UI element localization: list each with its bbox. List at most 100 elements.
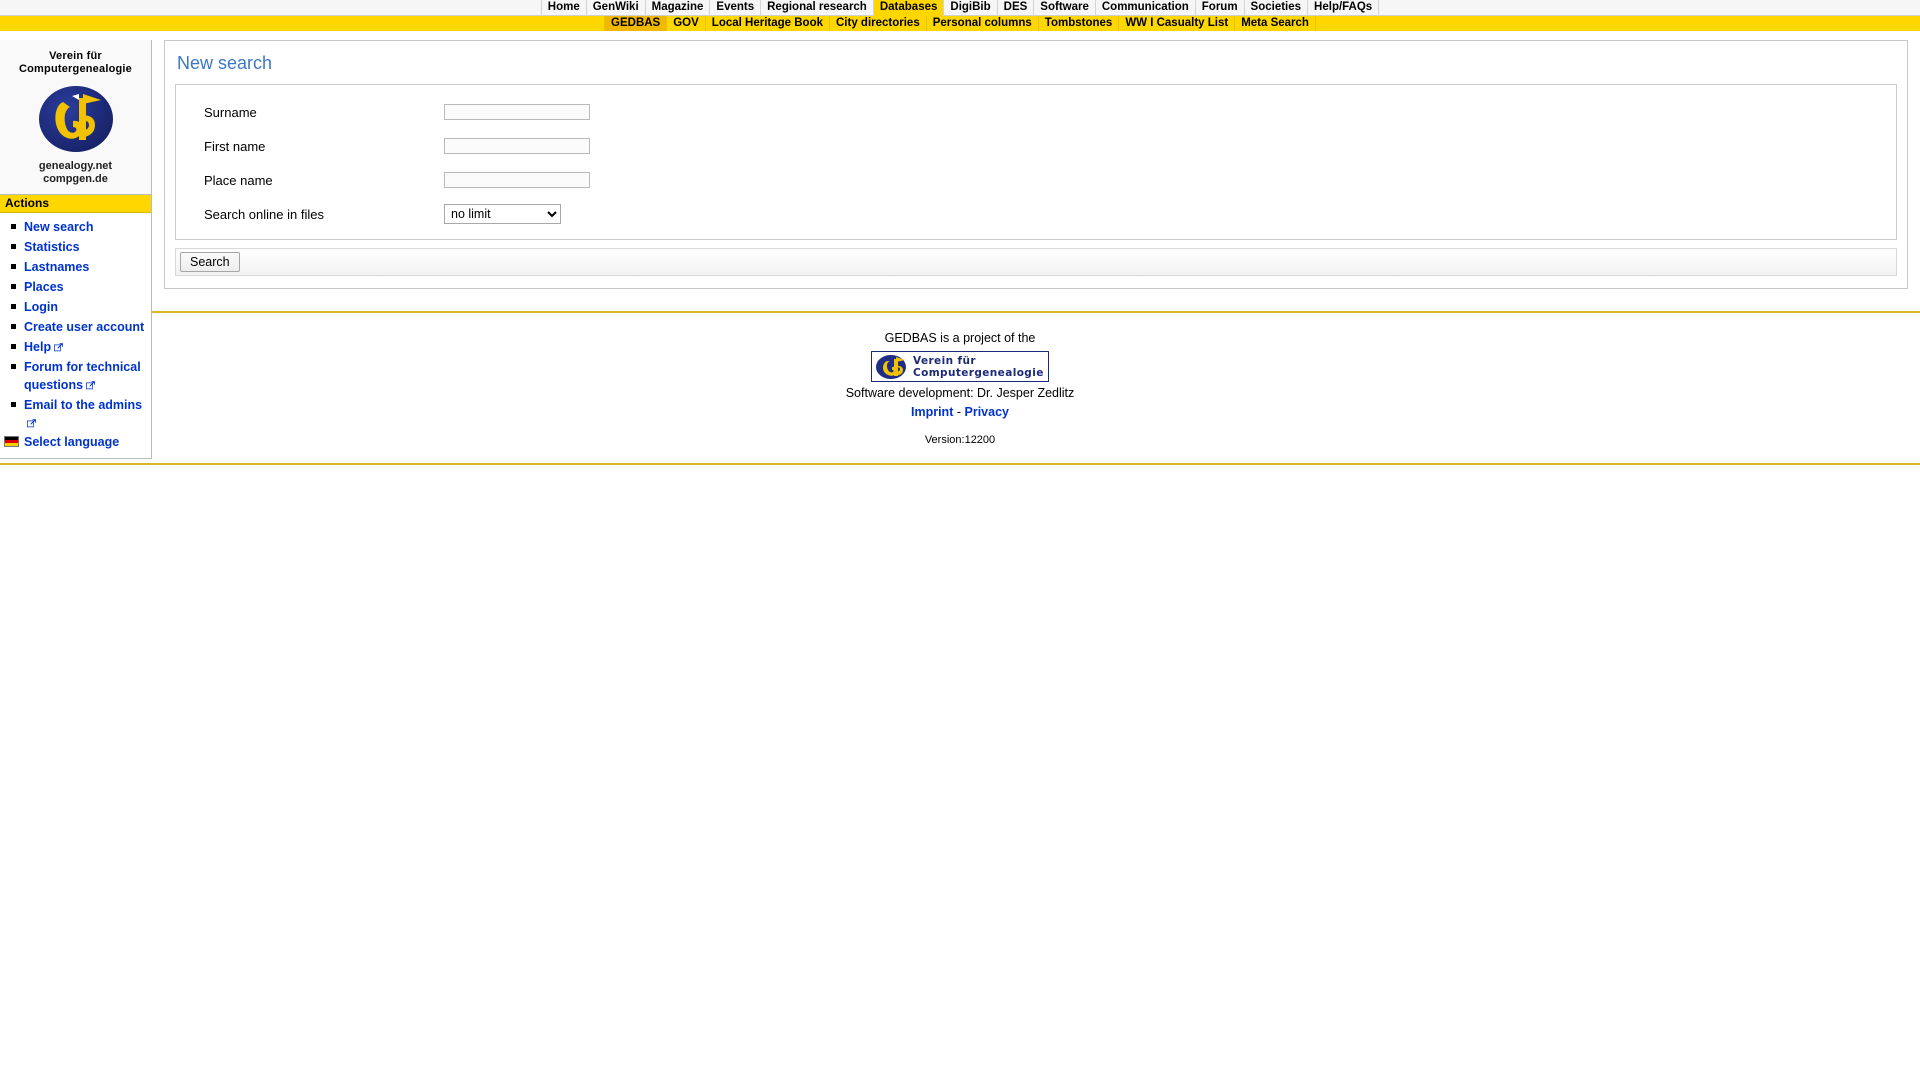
topnav-item-software[interactable]: Software (1033, 0, 1095, 16)
bullet-icon (11, 264, 16, 269)
actions-header: Actions (0, 194, 151, 213)
sidebar-item-lastnames[interactable]: Lastnames (0, 257, 151, 277)
primary-navigation-bar: Home GenWiki Magazine Events Regional resear… (0, 0, 1920, 16)
bullet-icon (11, 284, 16, 289)
privacy-link[interactable]: Privacy (965, 405, 1009, 419)
sidebar-item-login[interactable]: Login (0, 297, 151, 317)
topnav-item-events[interactable]: Events (709, 0, 760, 16)
actions-list: New search Statistics Lastnames Places Login… (0, 213, 151, 458)
subnav-item-local-heritage-book[interactable]: Local Heritage Book (704, 16, 829, 31)
sidebar-item-places[interactable]: Places (0, 277, 151, 297)
surname-input[interactable] (444, 104, 590, 120)
external-link-icon (27, 419, 36, 428)
subnav-item-tombstones[interactable]: Tombstones (1037, 16, 1119, 31)
subnav-item-meta-search[interactable]: Meta Search (1234, 16, 1316, 31)
bullet-icon (11, 324, 16, 329)
sidebar-link-label[interactable]: Places (24, 280, 64, 294)
logo-subtitle-line2: compgen.de (43, 173, 108, 185)
sidebar-link-label[interactable]: New search (24, 220, 93, 234)
sidebar-link-label[interactable]: Email to the admins (24, 398, 142, 412)
sidebar-item-help[interactable]: Help (0, 337, 151, 357)
topnav-item-digibib[interactable]: DigiBib (943, 0, 996, 16)
topnav-item-regional-research[interactable]: Regional research (760, 0, 873, 16)
form-row-search-online: Search online in files no limit (182, 197, 1890, 231)
subnav-item-personal-columns[interactable]: Personal columns (925, 16, 1038, 31)
label-first-name: First name (204, 138, 266, 154)
sidebar-item-email-to-the-admins[interactable]: Email to the admins (0, 395, 151, 432)
subnav-item-city-directories[interactable]: City directories (829, 16, 926, 31)
bullet-icon (11, 402, 16, 407)
footer-bottom-divider (0, 463, 1920, 465)
footer-link-separator: - (956, 405, 962, 419)
topnav-item-societies[interactable]: Societies (1243, 0, 1308, 16)
search-form: Surname First name Place name Search onlin… (175, 84, 1897, 240)
bullet-icon (11, 304, 16, 309)
subnav-item-gov[interactable]: GOV (666, 16, 705, 31)
german-flag-icon (4, 436, 19, 447)
form-row-place-name: Place name (182, 163, 1890, 197)
sidebar-item-forum-for-technical-questions[interactable]: Forum for technical questions (0, 357, 151, 395)
page-body: Verein für Computergenealogie genealogy.… (0, 31, 1920, 465)
sidebar-link-label[interactable]: Forum for technical questions (24, 360, 141, 392)
footer-links: Imprint - Privacy (0, 405, 1920, 419)
secondary-navigation-bar: GEDBAS GOV Local Heritage Book City directo… (0, 16, 1920, 31)
sidebar-item-select-language[interactable]: Select language (0, 432, 151, 452)
logo-subtitle-line1: genealogy.net (38, 160, 113, 172)
submit-row: Search (175, 248, 1897, 276)
footer-version: Version:12200 (924, 434, 996, 446)
page-title: New search (177, 53, 273, 73)
bullet-icon (11, 364, 16, 369)
first-name-input[interactable] (444, 138, 590, 154)
main-content: New search Surname First name Place name S… (164, 40, 1908, 289)
logo-monogram-icon (54, 94, 101, 140)
bullet-icon (11, 224, 16, 229)
compgen-banner-logo-icon (875, 354, 909, 380)
subnav-item-gedbas[interactable]: GEDBAS (604, 16, 667, 31)
banner-text-line2: Computergenealogie (913, 366, 1044, 379)
search-form-fields: Surname First name Place name (182, 95, 1890, 197)
label-place-name: Place name (204, 172, 273, 188)
label-surname: Surname (204, 104, 257, 120)
sidebar-link-label[interactable]: Create user account (24, 320, 144, 334)
footer-project-line: GEDBAS is a project of the (884, 331, 1036, 345)
form-row-first-name: First name (182, 129, 1890, 163)
sidebar-item-statistics[interactable]: Statistics (0, 237, 151, 257)
topnav-item-communication[interactable]: Communication (1094, 0, 1195, 16)
search-submit-button[interactable]: Search (180, 252, 240, 272)
sidebar-link-label[interactable]: Lastnames (24, 260, 89, 274)
subnav-item-ww-i-casualty-list[interactable]: WW I Casualty List (1118, 16, 1234, 31)
compgen-banner-glyph (876, 354, 906, 379)
external-link-icon (54, 343, 64, 352)
sidebar-logo[interactable]: Verein für Computergenealogie genealogy.… (0, 40, 151, 194)
sidebar-link-label[interactable]: Help (24, 340, 51, 354)
form-row-surname: Surname (182, 95, 1890, 129)
banner-text: Verein für Computergenealogie (913, 355, 1044, 379)
topnav-item-forum[interactable]: Forum (1194, 0, 1244, 16)
topnav-item-magazine[interactable]: Magazine (644, 0, 710, 16)
sidebar-item-new-search[interactable]: New search (0, 217, 151, 237)
logo-title-line1: Verein für (49, 50, 102, 62)
topnav-item-home[interactable]: Home (540, 0, 586, 16)
verein-fuer-computergenealogie-banner[interactable]: Verein für Computergenealogie (871, 351, 1049, 382)
banner-text-line1: Verein für (913, 354, 976, 367)
place-name-input[interactable] (444, 172, 590, 188)
sidebar-link-label[interactable]: Login (24, 300, 58, 314)
topnav-item-genwiki[interactable]: GenWiki (585, 0, 645, 16)
search-online-in-files-select[interactable]: no limit (444, 204, 561, 224)
footer-developer-line: Software development: Dr. Jesper Zedlitz (845, 386, 1075, 400)
secondary-navigation-items: GEDBAS GOV Local Heritage Book City directo… (604, 16, 1316, 31)
sidebar-link-label[interactable]: Select language (24, 435, 119, 449)
sidebar-item-create-user-account[interactable]: Create user account (0, 317, 151, 337)
topnav-item-databases[interactable]: Databases (872, 0, 944, 16)
logo-title-line2: Computergenealogie (18, 63, 132, 75)
topnav-item-des[interactable]: DES (996, 0, 1034, 16)
imprint-link[interactable]: Imprint (911, 405, 953, 419)
bullet-icon (11, 244, 16, 249)
sidebar: Verein für Computergenealogie genealogy.… (0, 40, 152, 459)
footer: GEDBAS is a project of the Verein für Co… (0, 313, 1920, 446)
external-link-icon (86, 381, 96, 390)
topnav-item-help-faqs[interactable]: Help/FAQs (1307, 0, 1380, 16)
compgen-logo-icon (38, 82, 113, 156)
label-search-online-in-files: Search online in files (204, 206, 324, 222)
sidebar-link-label[interactable]: Statistics (24, 240, 80, 254)
